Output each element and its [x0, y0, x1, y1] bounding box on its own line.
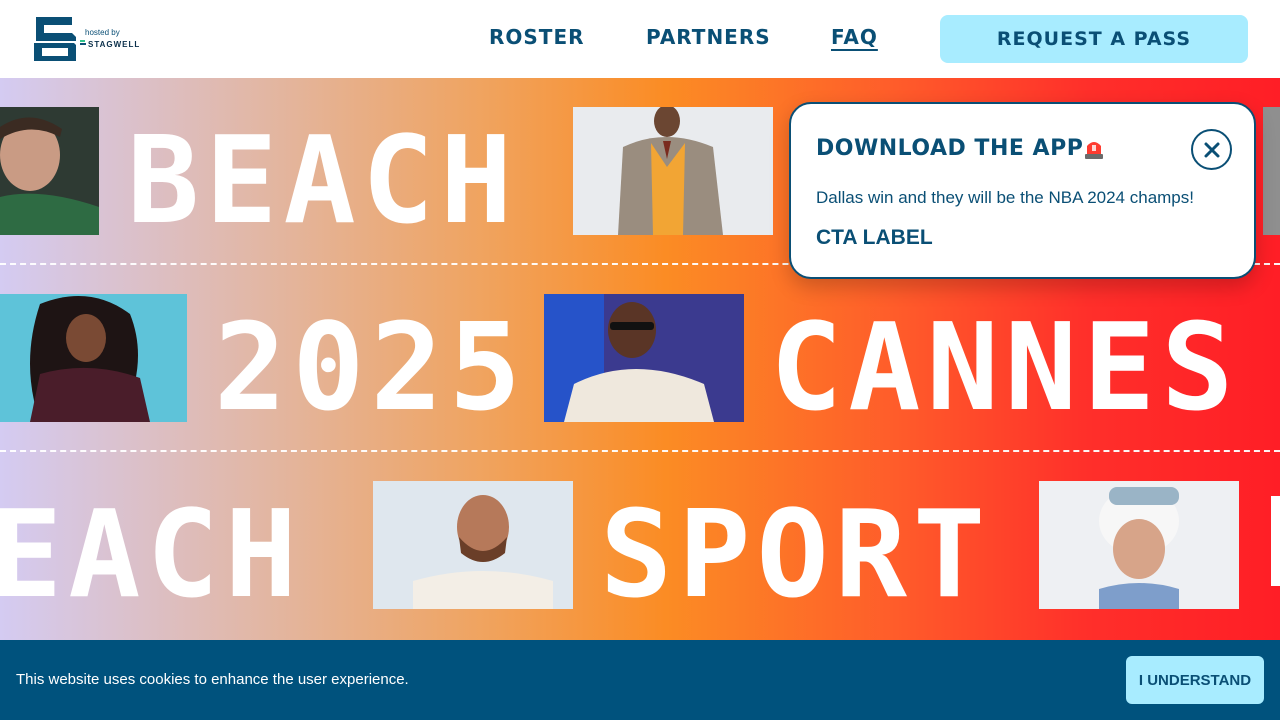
athlete-photo-6	[373, 481, 573, 609]
popup-cta-link[interactable]: CTA LABEL	[816, 226, 933, 250]
cookie-banner: This website uses cookies to enhance the…	[0, 640, 1280, 720]
hero-letter-fragment	[1271, 496, 1280, 586]
athlete-photo-7	[1039, 481, 1239, 609]
dashed-divider	[0, 450, 1280, 452]
athlete-photo-2	[573, 107, 773, 235]
nav-faq[interactable]: FAQ	[831, 25, 878, 49]
siren-icon	[1083, 136, 1105, 160]
request-pass-button[interactable]: REQUEST A PASS	[940, 15, 1248, 63]
cookie-accept-button[interactable]: I UNDERSTAND	[1126, 656, 1264, 704]
cookie-message: This website uses cookies to enhance the…	[16, 671, 409, 688]
site-header: hosted by STAGWELL ROSTER PARTNERS FAQ R…	[0, 0, 1280, 78]
hosted-by-label: hosted by	[85, 28, 120, 37]
athlete-photo-3	[1263, 107, 1280, 235]
nav-partners[interactable]: PARTNERS	[646, 25, 771, 49]
athlete-photo-5	[544, 294, 744, 422]
hero-word-sport: SPORT	[600, 486, 992, 625]
stagwell-mark-icon	[80, 40, 86, 48]
popup-message: Dallas win and they will be the NBA 2024…	[816, 188, 1194, 207]
athlete-photo-1	[0, 107, 99, 235]
nav-roster[interactable]: ROSTER	[489, 25, 585, 49]
hero-word-2025: 2025	[214, 299, 527, 438]
athlete-photo-4	[0, 294, 187, 422]
popup-title: DOWNLOAD THE APP	[816, 136, 1084, 161]
download-app-popup: DOWNLOAD THE APP Dallas win and they wil…	[789, 102, 1256, 279]
hero-word-cannes: CANNES	[770, 299, 1240, 438]
stagwell-logo[interactable]: STAGWELL	[88, 40, 140, 49]
hero-word-each: EACH	[0, 486, 303, 625]
sb-logo-icon[interactable]	[32, 15, 78, 63]
hero-word-beach: BEACH	[127, 112, 519, 251]
close-icon[interactable]	[1191, 129, 1232, 170]
